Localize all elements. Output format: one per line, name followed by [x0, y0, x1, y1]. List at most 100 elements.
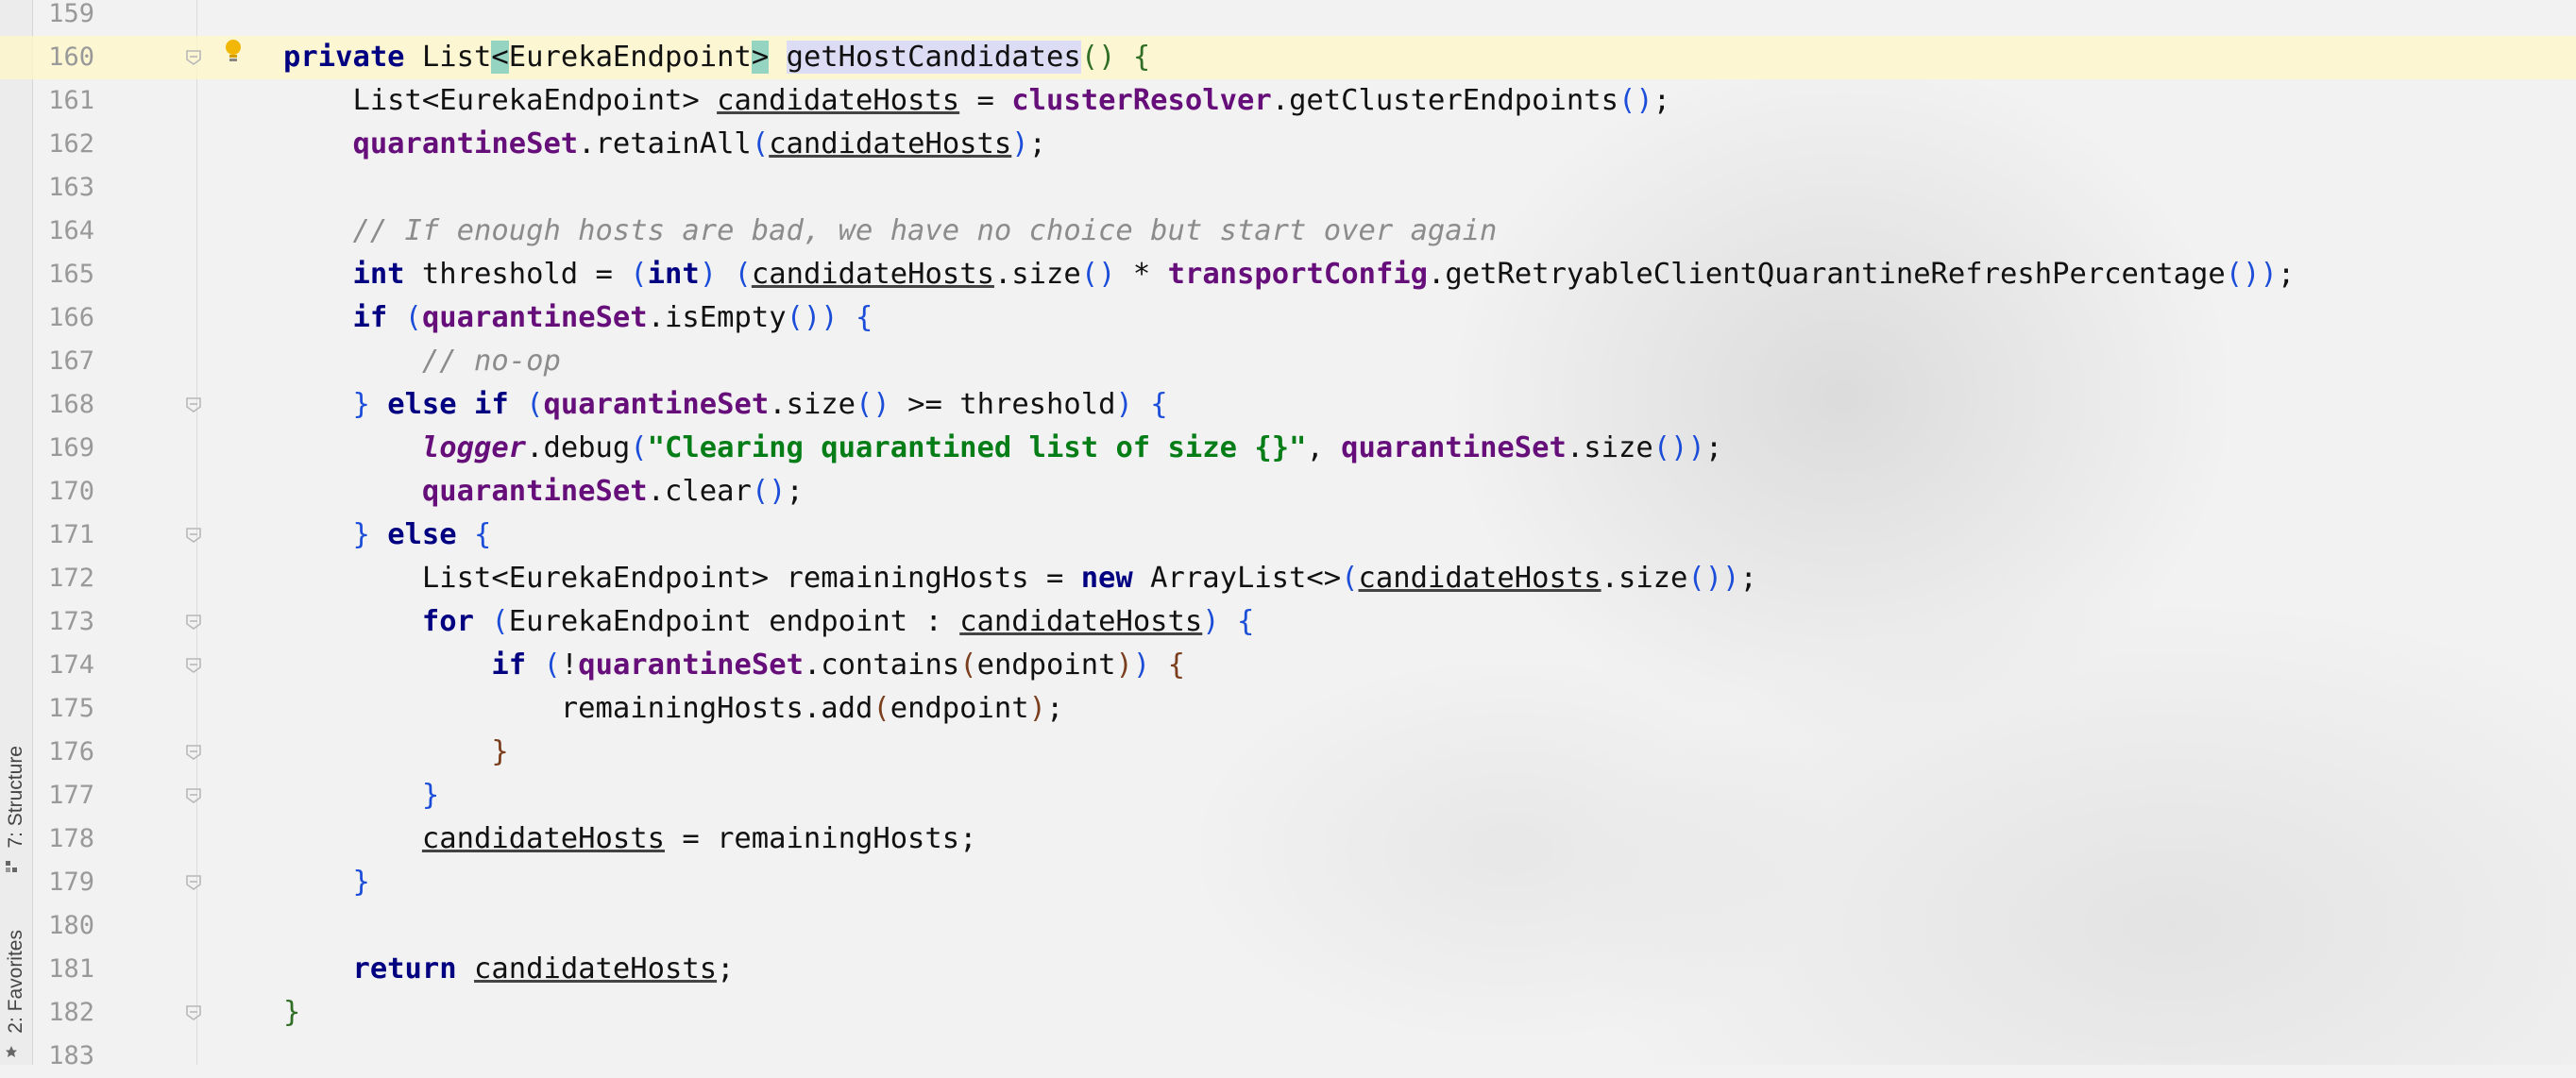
code-line[interactable]: 167 // no-op — [0, 340, 2576, 383]
code-token: ( — [751, 127, 770, 160]
line-number[interactable]: 183 — [34, 1035, 94, 1078]
code-line[interactable]: 163 — [0, 166, 2576, 210]
code-line[interactable]: 159 — [0, 0, 2576, 36]
code-line[interactable]: 166 if (quarantineSet.isEmpty()) { — [0, 296, 2576, 340]
code-line[interactable]: 165 int threshold = (int) (candidateHost… — [0, 253, 2576, 296]
code-token: ( — [873, 692, 890, 725]
code-line[interactable]: 169 logger.debug("Clearing quarantined l… — [0, 427, 2576, 470]
code-line[interactable]: 160 private List<EurekaEndpoint> getHostC… — [0, 36, 2576, 79]
code-line[interactable]: 183 — [0, 1035, 2576, 1078]
line-number[interactable]: 179 — [34, 861, 94, 904]
code-text[interactable]: } else if (quarantineSet.size() >= thres… — [283, 383, 1167, 427]
code-text[interactable]: // no-op — [283, 340, 561, 383]
code-text[interactable]: int threshold = (int) (candidateHosts.si… — [283, 253, 2295, 296]
fold-marker-icon[interactable] — [185, 49, 202, 66]
line-number[interactable]: 169 — [34, 427, 94, 470]
line-number[interactable]: 166 — [34, 296, 94, 340]
code-text[interactable]: candidateHosts = remainingHosts; — [283, 817, 977, 861]
line-number[interactable]: 171 — [34, 514, 94, 557]
line-number[interactable]: 173 — [34, 600, 94, 644]
line-number[interactable]: 181 — [34, 948, 94, 991]
line-number[interactable]: 178 — [34, 817, 94, 861]
line-number[interactable]: 170 — [34, 470, 94, 514]
code-token: { — [1167, 648, 1185, 682]
fold-marker-icon[interactable] — [185, 874, 202, 891]
code-token: .debug — [526, 431, 631, 464]
code-line[interactable]: 181 return candidateHosts; — [0, 948, 2576, 991]
code-line[interactable]: 177 } — [0, 774, 2576, 817]
code-text[interactable]: return candidateHosts; — [283, 948, 734, 991]
code-text[interactable]: } — [283, 861, 369, 904]
code-line[interactable]: 168 } else if (quarantineSet.size() >= t… — [0, 383, 2576, 427]
code-text[interactable]: if (!quarantineSet.contains(endpoint)) { — [283, 644, 1185, 687]
fold-marker-icon[interactable] — [185, 614, 202, 631]
fold-marker-icon[interactable] — [185, 1004, 202, 1021]
code-line[interactable]: 178 candidateHosts = remainingHosts; — [0, 817, 2576, 861]
fold-marker-icon[interactable] — [185, 527, 202, 544]
code-line[interactable]: 162 quarantineSet.retainAll(candidateHos… — [0, 123, 2576, 166]
line-number[interactable]: 182 — [34, 991, 94, 1035]
code-token: ; — [1028, 127, 1047, 160]
code-text[interactable]: // If enough hosts are bad, we have no c… — [283, 210, 1497, 253]
code-text[interactable]: } — [283, 991, 300, 1035]
code-text[interactable]: } else { — [283, 514, 491, 557]
line-number[interactable]: 163 — [34, 166, 94, 210]
code-text[interactable]: for (EurekaEndpoint endpoint : candidate… — [283, 600, 1254, 644]
code-token: EurekaEndpoint endpoint : — [508, 605, 960, 638]
line-number[interactable]: 161 — [34, 79, 94, 123]
code-token: quarantineSet — [352, 127, 579, 160]
code-token: } — [491, 735, 509, 768]
code-text[interactable]: } — [283, 774, 439, 817]
intention-bulb-icon[interactable] — [223, 38, 244, 66]
line-number[interactable]: 167 — [34, 340, 94, 383]
line-number[interactable]: 177 — [34, 774, 94, 817]
fold-marker-icon[interactable] — [185, 744, 202, 761]
code-token: List<EurekaEndpoint> remainingHosts = — [283, 562, 1081, 595]
code-line[interactable]: 182} — [0, 991, 2576, 1035]
line-number[interactable]: 174 — [34, 644, 94, 687]
code-token: ArrayList<> — [1132, 562, 1342, 595]
code-line[interactable]: 175 remainingHosts.add(endpoint); — [0, 687, 2576, 731]
code-text[interactable]: logger.debug("Clearing quarantined list … — [283, 427, 1722, 470]
code-text[interactable]: quarantineSet.retainAll(candidateHosts); — [283, 123, 1046, 166]
line-number[interactable]: 168 — [34, 383, 94, 427]
line-number[interactable]: 159 — [34, 0, 94, 36]
code-text[interactable]: List<EurekaEndpoint> candidateHosts = cl… — [283, 79, 1670, 123]
code-line[interactable]: 180 — [0, 904, 2576, 948]
line-number[interactable]: 176 — [34, 731, 94, 774]
code-text[interactable]: List<EurekaEndpoint> remainingHosts = ne… — [283, 557, 1757, 600]
code-text[interactable]: private List<EurekaEndpoint> getHostCand… — [283, 36, 1150, 79]
code-line[interactable]: 174 if (!quarantineSet.contains(endpoint… — [0, 644, 2576, 687]
code-token: ) — [1132, 648, 1151, 682]
line-number[interactable]: 164 — [34, 210, 94, 253]
code-text[interactable]: quarantineSet.clear(); — [283, 470, 804, 514]
code-line[interactable]: 179 } — [0, 861, 2576, 904]
fold-marker-icon[interactable] — [185, 396, 202, 413]
code-text[interactable]: if (quarantineSet.isEmpty()) { — [283, 296, 873, 340]
fold-marker-icon[interactable] — [185, 787, 202, 804]
line-number[interactable]: 180 — [34, 904, 94, 948]
code-text[interactable]: remainingHosts.add(endpoint); — [283, 687, 1064, 731]
code-line[interactable]: 170 quarantineSet.clear(); — [0, 470, 2576, 514]
code-line[interactable]: 176 } — [0, 731, 2576, 774]
code-text[interactable]: } — [283, 731, 509, 774]
code-line[interactable]: 161 List<EurekaEndpoint> candidateHosts … — [0, 79, 2576, 123]
code-token: .size — [1566, 431, 1653, 464]
line-number[interactable]: 172 — [34, 557, 94, 600]
line-number[interactable]: 175 — [34, 687, 94, 731]
code-line[interactable]: 172 List<EurekaEndpoint> remainingHosts … — [0, 557, 2576, 600]
line-number[interactable]: 165 — [34, 253, 94, 296]
line-number[interactable]: 162 — [34, 123, 94, 166]
code-line[interactable]: 171 } else { — [0, 514, 2576, 557]
fold-marker-icon[interactable] — [185, 657, 202, 674]
line-number[interactable]: 160 — [34, 36, 94, 79]
code-token: candidateHosts — [959, 605, 1203, 638]
code-line[interactable]: 173 for (EurekaEndpoint endpoint : candi… — [0, 600, 2576, 644]
code-token: () — [856, 388, 890, 421]
code-token: clusterResolver — [1011, 84, 1272, 117]
code-line[interactable]: 164 // If enough hosts are bad, we have … — [0, 210, 2576, 253]
